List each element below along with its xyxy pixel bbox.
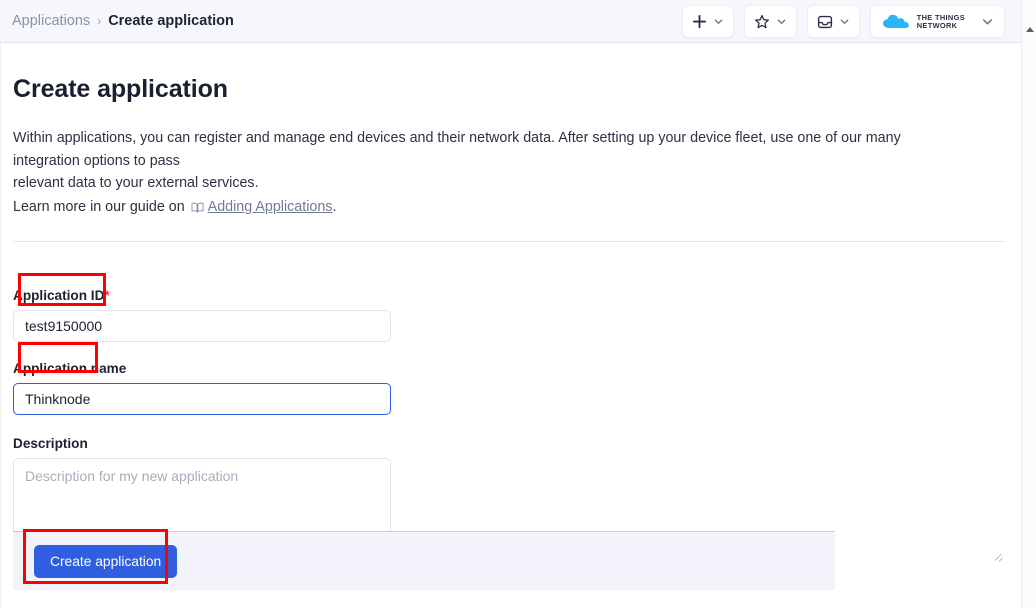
create-application-button[interactable]: Create application — [34, 544, 178, 578]
chevron-down-icon — [776, 16, 787, 27]
learn-more-suffix: . — [332, 198, 337, 215]
chevron-down-icon — [981, 15, 994, 28]
application-name-label: Application name — [13, 361, 127, 377]
learn-more-prefix: Learn more in our guide on — [13, 198, 185, 215]
brand-line-2: NETWORK — [916, 20, 958, 30]
page-title: Create application — [13, 75, 228, 103]
intro-line-2: relevant data to your external services. — [13, 175, 259, 192]
book-icon — [191, 198, 204, 221]
required-marker: * — [104, 288, 110, 304]
notifications-menu-button[interactable] — [806, 5, 860, 38]
inbox-icon — [817, 14, 833, 30]
application-id-input[interactable] — [13, 310, 391, 343]
breadcrumb-applications[interactable]: Applications — [12, 13, 90, 29]
scroll-up-arrow-icon[interactable] — [1022, 22, 1036, 36]
brand-wordmark: THE THINGS NETWORK — [916, 13, 965, 30]
section-divider — [13, 241, 1006, 243]
create-application-form: Application ID* Application name Descrip… — [13, 288, 1009, 566]
application-id-group: Application ID* — [13, 288, 1009, 343]
top-header-bar: Applications › Create application THE TH… — [0, 0, 1021, 43]
vertical-scrollbar[interactable] — [1021, 0, 1036, 608]
application-id-label: Application ID* — [13, 288, 1009, 303]
application-window: Applications › Create application THE TH… — [0, 0, 1036, 608]
adding-applications-link[interactable]: Adding Applications — [208, 199, 333, 215]
account-menu-button[interactable]: THE THINGS NETWORK — [869, 5, 1005, 38]
intro-text: Within applications, you can register an… — [13, 127, 963, 220]
add-menu-button[interactable] — [681, 5, 734, 38]
breadcrumb-current: Create application — [108, 13, 234, 29]
application-id-label-text: Application ID — [13, 288, 105, 304]
cloud-icon — [882, 13, 910, 30]
learn-more-line: Learn more in our guide on Adding Applic… — [13, 196, 963, 221]
chevron-down-icon — [713, 16, 724, 27]
bookmarks-menu-button[interactable] — [743, 5, 797, 38]
breadcrumb: Applications › Create application — [12, 13, 234, 29]
chevron-down-icon — [839, 16, 850, 27]
form-action-bar: Create application — [13, 531, 835, 590]
breadcrumb-separator-icon: › — [97, 14, 102, 28]
plus-icon — [692, 14, 707, 29]
application-name-input[interactable] — [13, 383, 391, 416]
application-name-group: Application name — [13, 361, 1009, 416]
header-actions: THE THINGS NETWORK — [681, 5, 1005, 38]
intro-line-1: Within applications, you can register an… — [13, 130, 901, 169]
star-icon — [754, 14, 770, 30]
description-label: Description — [13, 436, 88, 452]
brand-logo: THE THINGS NETWORK — [882, 13, 965, 30]
main-content: Create application Within applications, … — [0, 43, 1021, 608]
